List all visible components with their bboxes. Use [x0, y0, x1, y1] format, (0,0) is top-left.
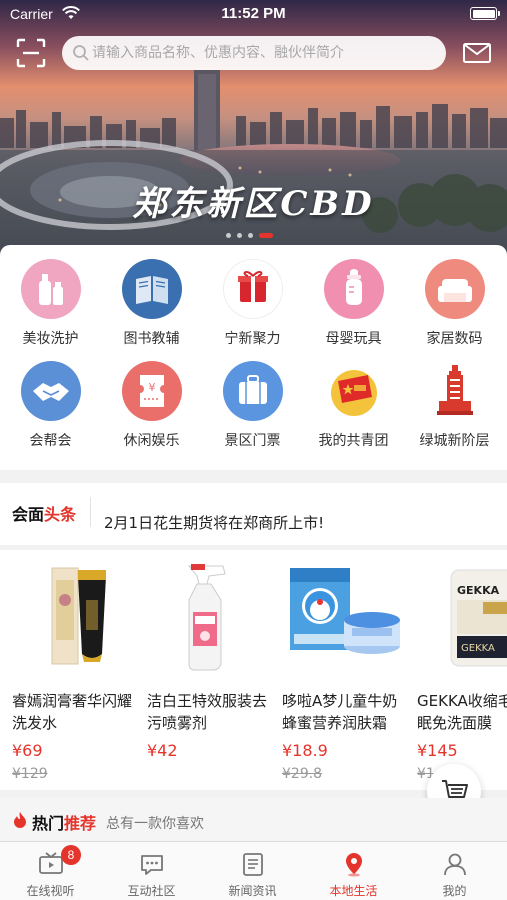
scan-icon [16, 38, 46, 68]
gift-icon [222, 259, 283, 319]
message-button[interactable] [462, 40, 492, 66]
cosmetics-icon [20, 259, 81, 319]
sofa-icon [424, 259, 485, 319]
hot-title-part2: 推荐 [64, 814, 97, 833]
product-name: GEKKA收缩毛孔睡眠免洗面膜 [417, 692, 507, 732]
product-name: 睿嫣润膏奢华闪耀洗发水 [12, 692, 133, 732]
tab-label: 新闻资讯 [228, 884, 277, 898]
category-label: 宁新聚力 [224, 331, 281, 347]
tab-news[interactable]: 新闻资讯 [202, 842, 303, 900]
headline-brand: 会面头条 [12, 501, 76, 525]
headline-brand-part1: 会面 [12, 505, 45, 524]
flame-icon [14, 812, 26, 828]
category-youth-league[interactable]: 我的共青团 [303, 361, 404, 450]
search-bar[interactable] [62, 36, 446, 70]
battery-icon [470, 7, 500, 20]
product-card[interactable]: 睿嫣润膏奢华闪耀洗发水 ¥69 ¥129 [12, 550, 142, 782]
ticket-icon: ¥ [121, 361, 182, 421]
app-screen: Carrier 11:52 PM 请输入商品名称、优惠内容、融伙伴简介 郑东新区… [0, 0, 507, 900]
product-price: ¥42 [147, 741, 178, 760]
product-image-mask[interactable]: GEKKA GEKKA [417, 550, 507, 675]
youth-league-flag-icon [324, 361, 384, 421]
divider [90, 497, 91, 527]
banner-dot[interactable] [237, 233, 242, 238]
category-label: 图书教辅 [123, 331, 180, 347]
category-label: 母婴玩具 [325, 331, 382, 347]
tab-label: 本地生活 [329, 884, 378, 898]
tab-local-life[interactable]: 本地生活 [303, 842, 404, 900]
bottom-tab-bar: 8 在线视听 互动社区 新闻资讯 本地生活 我的 [0, 841, 507, 900]
tab-me[interactable]: 我的 [404, 842, 505, 900]
hot-title: 热门推荐 [32, 810, 96, 834]
product-card[interactable]: GEKKA GEKKA GEKKA收缩毛孔睡眠免洗面膜 ¥145 ¥1 [417, 550, 507, 782]
headline-news-text[interactable]: 2月1日花生期货将在郑商所上市! [104, 512, 324, 533]
product-price: ¥18.9 [282, 741, 328, 760]
tower-icon [425, 361, 485, 421]
tab-community[interactable]: 互动社区 [101, 842, 202, 900]
status-bar: Carrier 11:52 PM [0, 0, 507, 30]
category-scenic-tickets[interactable]: 景区门票 [202, 361, 303, 450]
category-cosmetics[interactable]: 美妆洗护 [0, 259, 101, 348]
product-name: 洁白王特效服装去污喷雾剂 [147, 692, 268, 732]
headline-brand-part2: 头条 [44, 505, 77, 524]
location-pin-icon [346, 853, 362, 877]
tab-online-media[interactable]: 8 在线视听 [0, 842, 101, 900]
category-label: 会帮会 [29, 433, 72, 449]
category-label: 绿城新阶层 [419, 433, 490, 449]
category-label: 家居数码 [426, 331, 483, 347]
clock: 11:52 PM [221, 5, 286, 22]
product-image-shampoo[interactable] [12, 550, 142, 675]
product-price: ¥69 [12, 741, 43, 760]
banner-dot[interactable] [248, 233, 253, 238]
category-leisure[interactable]: ¥ 休闲娱乐 [101, 361, 202, 450]
luggage-icon [222, 361, 283, 421]
news-headline-bar[interactable]: 会面头条 2月1日花生期货将在郑商所上市! [0, 483, 507, 545]
product-original-price: ¥129 [12, 766, 48, 782]
banner-dot-active[interactable] [259, 233, 273, 238]
hero-banner[interactable]: Carrier 11:52 PM 请输入商品名称、优惠内容、融伙伴简介 郑东新区… [0, 0, 507, 262]
scan-button[interactable] [16, 38, 46, 68]
category-ningxin[interactable]: 宁新聚力 [202, 259, 303, 348]
banner-dot[interactable] [226, 233, 231, 238]
tab-label: 我的 [442, 884, 467, 898]
hot-title-part1: 热门 [32, 814, 65, 833]
category-huibanghui[interactable]: 会帮会 [0, 361, 101, 450]
product-name: 哆啦A梦儿童牛奶蜂蜜营养润肤霜 [282, 692, 398, 732]
category-label: 我的共青团 [318, 433, 389, 449]
banner-title: 郑东新区CBD [132, 184, 375, 224]
category-grid: 美妆洗护 图书教辅 宁新聚力 母婴玩具 家居数码 会帮会 ¥ 休闲娱乐 景区门票… [0, 245, 507, 470]
category-label: 美妆洗护 [22, 331, 79, 347]
product-original-price: ¥29.8 [282, 766, 323, 782]
category-baby-toys[interactable]: 母婴玩具 [303, 259, 404, 348]
product-price: ¥145 [417, 741, 458, 760]
notification-badge: 8 [61, 845, 81, 865]
banner-pagination [226, 233, 273, 238]
product-image-cream[interactable] [282, 550, 412, 675]
hot-recommend-header: 热门推荐 总有一款你喜欢 [0, 798, 507, 840]
category-label: 景区门票 [224, 433, 281, 449]
product-card[interactable]: 哆啦A梦儿童牛奶蜂蜜营养润肤霜 ¥18.9 ¥29.8 [282, 550, 412, 782]
news-icon [243, 853, 263, 876]
category-books[interactable]: 图书教辅 [101, 259, 202, 348]
tab-label: 在线视听 [26, 884, 75, 898]
svg-text:¥: ¥ [148, 381, 155, 394]
product-carousel[interactable]: 睿嫣润膏奢华闪耀洗发水 ¥69 ¥129 洁白王特效服装去污喷雾剂 ¥42 哆啦… [0, 550, 507, 790]
book-icon [121, 259, 182, 319]
category-home-digital[interactable]: 家居数码 [404, 259, 505, 348]
hot-subtitle: 总有一款你喜欢 [106, 816, 204, 832]
handshake-icon [20, 361, 81, 421]
search-icon [73, 45, 89, 61]
category-label: 休闲娱乐 [123, 433, 180, 449]
mail-icon [463, 43, 491, 63]
svg-text:GEKKA: GEKKA [457, 584, 500, 597]
chat-icon [141, 855, 163, 875]
baby-bottle-icon [323, 259, 384, 319]
person-icon [444, 853, 466, 876]
category-lvcheng[interactable]: 绿城新阶层 [404, 361, 505, 450]
product-image-spray[interactable] [147, 550, 277, 675]
product-card[interactable]: 洁白王特效服装去污喷雾剂 ¥42 [147, 550, 277, 760]
svg-text:GEKKA: GEKKA [461, 643, 495, 654]
tab-label: 互动社区 [127, 884, 176, 898]
search-input[interactable] [92, 36, 432, 70]
